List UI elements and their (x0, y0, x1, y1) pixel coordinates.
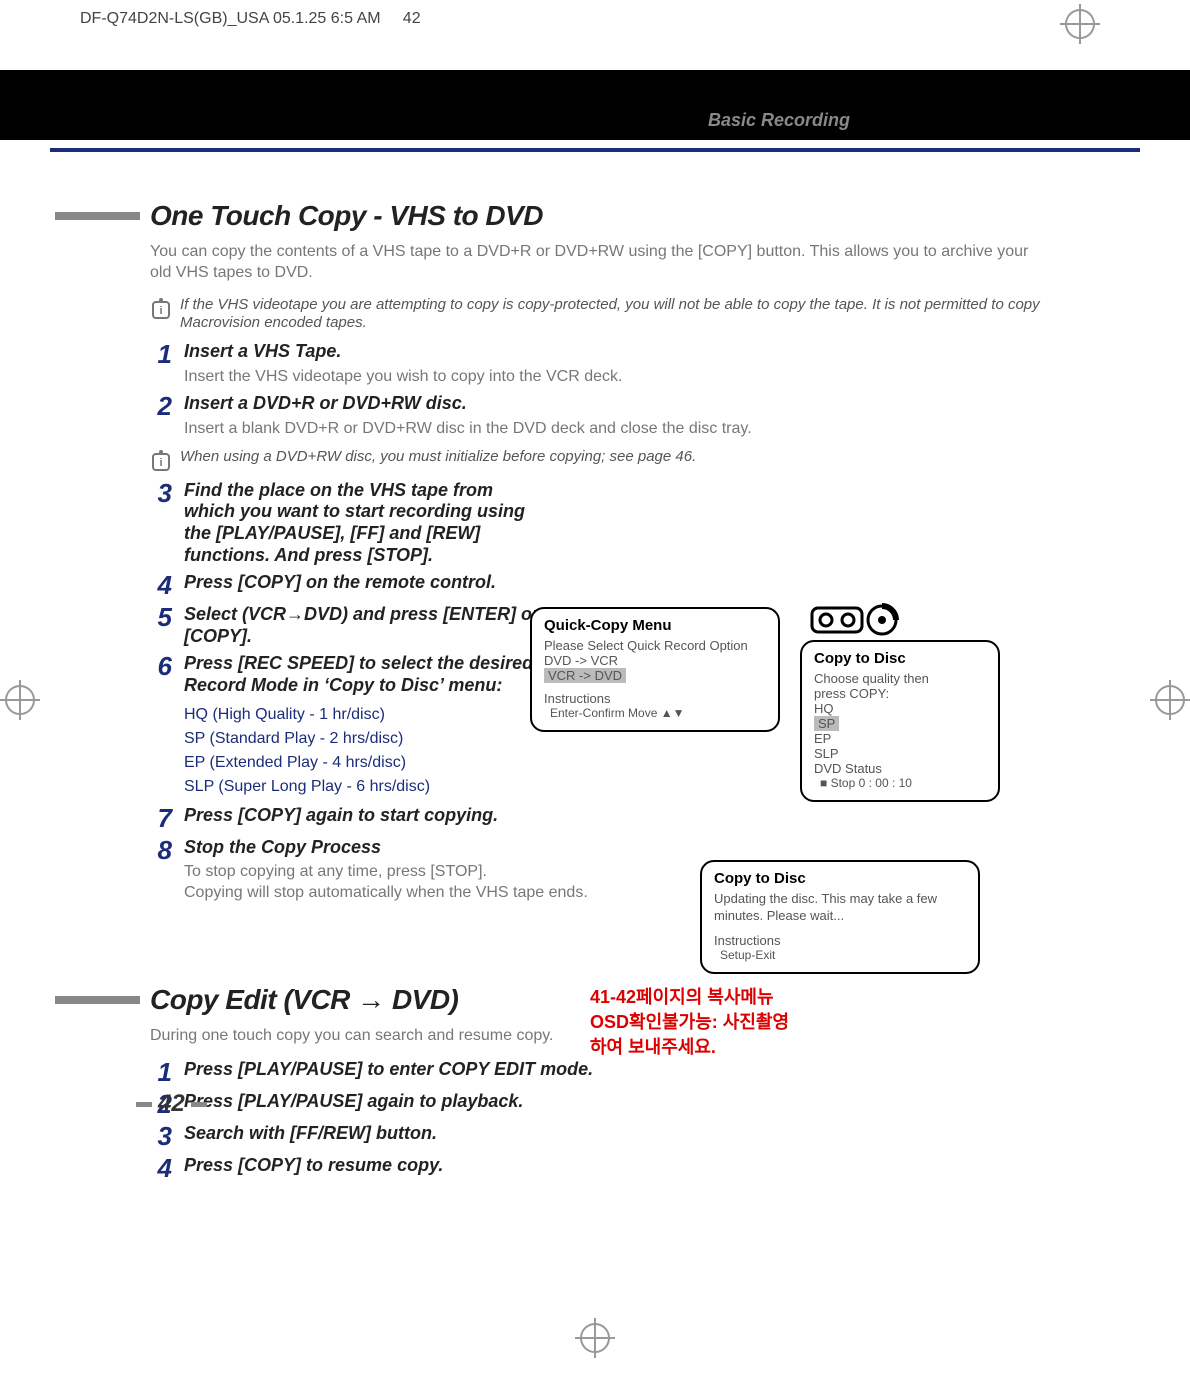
step-number: 4 (150, 1155, 172, 1181)
step: 3 Search with [FF/REW] button. (150, 1123, 1050, 1149)
step-title: Press [COPY] again to start copying. (184, 805, 1050, 827)
step-title: Press [COPY] to resume copy. (184, 1155, 1050, 1177)
svg-text:i: i (159, 457, 162, 469)
step-title: Press [REC SPEED] to select the desired … (184, 653, 544, 696)
osd-instructions-label: Instructions (714, 933, 966, 948)
crop-mark-left (0, 680, 40, 720)
step-title: Press [COPY] on the remote control. (184, 572, 544, 594)
note-text: If the VHS videotape you are attempting … (180, 296, 1050, 334)
step-number: 1 (150, 1059, 172, 1085)
step-number: 3 (150, 1123, 172, 1149)
step: 2 Insert a DVD+R or DVD+RW disc. Insert a … (150, 393, 1050, 439)
step: 4 Press [COPY] on the remote control. (150, 572, 1050, 598)
osd-status-value: ■ Stop 0 : 00 : 10 (814, 776, 986, 790)
step-number: 1 (150, 341, 172, 367)
osd-option: EP (814, 731, 986, 746)
step-number: 2 (150, 393, 172, 419)
crop-mark-top (1060, 4, 1100, 44)
heading-rule (55, 996, 140, 1004)
note-text: When using a DVD+RW disc, you must initi… (180, 448, 696, 467)
info-icon: i (150, 296, 172, 320)
step-title: Press [PLAY/PAUSE] to enter COPY EDIT mo… (184, 1059, 1050, 1081)
step-number: 6 (150, 653, 172, 679)
osd-body: Updating the disc. This may take a few m… (714, 891, 966, 925)
osd-title: Quick-Copy Menu (544, 617, 766, 634)
osd-instructions-sub: Setup-Exit (714, 948, 966, 962)
osd-title: Copy to Disc (814, 650, 986, 667)
osd-quick-copy-menu: Quick-Copy Menu Please Select Quick Reco… (530, 607, 780, 732)
step-desc: Insert the VHS videotape you wish to cop… (184, 367, 1050, 388)
osd-option-selected: VCR -> DVD (544, 668, 626, 683)
banner-underline (50, 148, 1140, 152)
info-icon: i (150, 448, 172, 472)
print-header: DF-Q74D2N-LS(GB)_USA 05.1.25 6:5 AM 42 (80, 10, 421, 28)
osd-copy-to-disc-quality: Copy to Disc Choose quality then press C… (800, 640, 1000, 802)
osd-option: HQ (814, 701, 986, 716)
crop-mark-right (1150, 680, 1190, 720)
note-copy-protected: i If the VHS videotape you are attemptin… (150, 296, 1050, 334)
step-number: 5 (150, 604, 172, 630)
osd-status-label: DVD Status (814, 761, 986, 776)
osd-copy-to-disc-updating: Copy to Disc Updating the disc. This may… (700, 860, 980, 974)
note-initialize: i When using a DVD+RW disc, you must ini… (150, 448, 1050, 472)
step: 1 Insert a VHS Tape. Insert the VHS videot… (150, 341, 1050, 387)
osd-line: Please Select Quick Record Option (544, 638, 766, 653)
osd-line: press COPY: (814, 686, 986, 701)
step-number: 4 (150, 572, 172, 598)
step: 7 Press [COPY] again to start copying. (150, 805, 1050, 831)
banner-label: Basic Recording (708, 110, 850, 131)
step: 1 Press [PLAY/PAUSE] to enter COPY EDIT m… (150, 1059, 1050, 1085)
step: 3 Find the place on the VHS tape from whi… (150, 480, 1050, 566)
osd-title: Copy to Disc (714, 870, 966, 887)
tv-cassette-icon (810, 600, 900, 645)
step: 2Press [PLAY/PAUSE] again to playback. (150, 1091, 1050, 1117)
osd-option: SP (814, 716, 986, 731)
step-title: Search with [FF/REW] button. (184, 1123, 1050, 1145)
page-number: 42 (130, 1090, 213, 1118)
heading-rule (55, 212, 140, 220)
step-number: 7 (150, 805, 172, 831)
osd-option: DVD -> VCR (544, 653, 766, 668)
step-number: 8 (150, 837, 172, 863)
step-title: Find the place on the VHS tape from whic… (184, 480, 544, 566)
section-banner: Basic Recording (0, 70, 1190, 140)
osd-line: Choose quality then (814, 671, 986, 686)
step-title: Stop the Copy Process (184, 837, 1050, 859)
heading-one-touch-copy: One Touch Copy - VHS to DVD (150, 200, 1050, 232)
step-desc: Insert a blank DVD+R or DVD+RW disc in t… (184, 419, 1050, 440)
step-number: 3 (150, 480, 172, 506)
crop-mark-bottom (575, 1318, 615, 1358)
step: 4 Press [COPY] to resume copy. (150, 1155, 1050, 1181)
step-title: Insert a DVD+R or DVD+RW disc. (184, 393, 1050, 415)
editor-red-note: 41-42페이지의 복사메뉴 OSD확인불가능: 사진촬영 하여 보내주세요. (590, 985, 789, 1061)
osd-option: SLP (814, 746, 986, 761)
osd-instructions-label: Instructions (544, 691, 766, 706)
osd-instructions-sub: Enter-Confirm Move ▲▼ (544, 706, 766, 720)
step-title: Select (VCR→DVD) and press [ENTER] or [C… (184, 604, 544, 647)
step-title: Press [PLAY/PAUSE] again to playback. (184, 1091, 1050, 1113)
svg-text:i: i (159, 305, 162, 317)
step-title: Insert a VHS Tape. (184, 341, 1050, 363)
section1-intro: You can copy the contents of a VHS tape … (150, 242, 1050, 284)
